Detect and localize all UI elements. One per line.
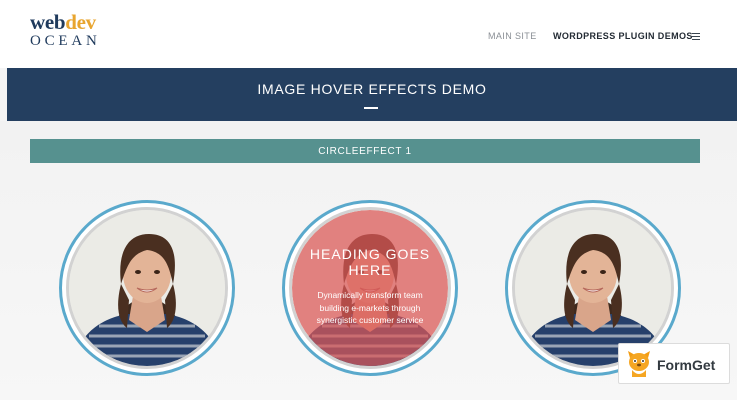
caption-text-line: synergistic customer service [316,315,424,325]
section-title: CIRCLEEFFECT 1 [318,146,412,157]
section-header-bar: CIRCLEEFFECT 1 [30,139,700,163]
nav-link-wordpress-plugin-demos[interactable]: WORDPRESS PLUGIN DEMOS [553,31,693,41]
hover-card-1[interactable] [59,200,235,376]
caption-text-line: building e-markets through [319,302,421,313]
circle-image-frame [66,207,228,369]
page-title: IMAGE HOVER EFFECTS DEMO [257,81,487,97]
caption-heading: HEADING GOES HERE [292,246,448,278]
title-divider [364,107,378,109]
formget-label: FormGet [657,357,716,373]
caption-text: Dynamically transform team building e-ma… [310,289,430,327]
site-header: webdev OCEAN MAIN SITE WORDPRESS PLUGIN … [0,0,737,68]
hover-caption-overlay: HEADING GOES HERE Dynamically transform … [292,210,448,366]
nav-link-main-site[interactable]: MAIN SITE [488,31,537,41]
woman-portrait-image [69,210,225,366]
logo-word-ocean: OCEAN [30,33,101,49]
hero-banner: IMAGE HOVER EFFECTS DEMO [7,68,737,121]
formget-badge[interactable]: FormGet [618,343,730,384]
hover-card-2[interactable]: HEADING GOES HERE Dynamically transform … [282,200,458,376]
formget-logo-icon [628,351,650,377]
hamburger-menu-icon[interactable] [692,33,700,40]
caption-text-line: Dynamically transform team [317,290,423,300]
caption-heading-line: HEADING GOES [309,246,431,262]
caption-heading-line: HERE [348,262,392,278]
logo-word-dev: dev [65,10,96,34]
webdev-ocean-logo[interactable]: webdev OCEAN [30,12,110,49]
circle-image-frame: HEADING GOES HERE Dynamically transform … [289,207,451,369]
logo-word-web: web [30,10,66,34]
